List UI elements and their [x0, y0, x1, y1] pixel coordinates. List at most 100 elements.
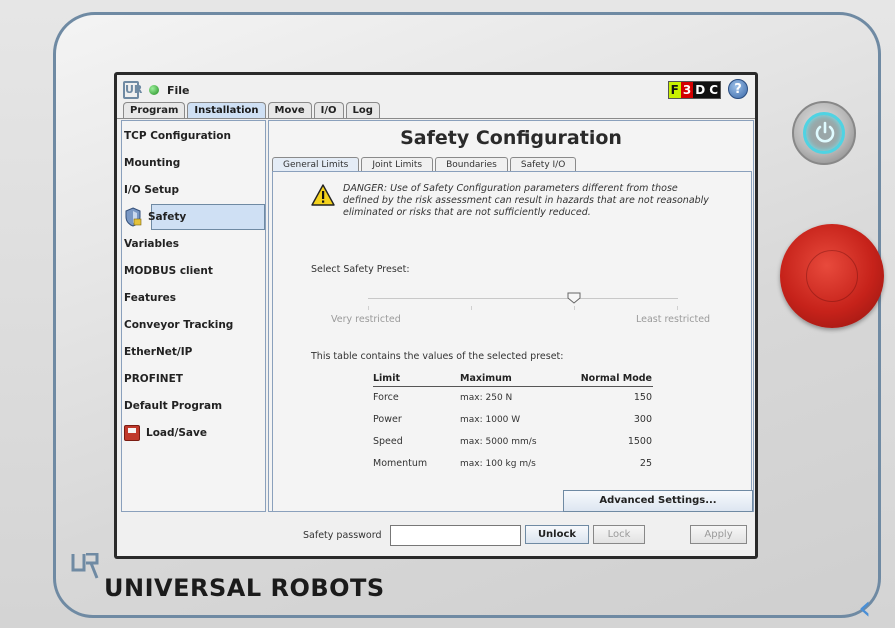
tab-program[interactable]: Program [123, 102, 186, 118]
sidebar-item-modbus-client[interactable]: MODBUS client [124, 258, 264, 284]
header-maximum: Maximum [460, 373, 512, 384]
cell-limit: Momentum [373, 458, 428, 469]
cell-maximum: max: 250 N [460, 393, 513, 403]
header-normal-mode: Normal Mode [580, 373, 652, 384]
bottom-bar: Safety password Unlock Lock Apply [117, 512, 755, 556]
sidebar-item-label: Features [124, 292, 176, 304]
unlock-button[interactable]: Unlock [525, 525, 589, 544]
safety-password-label: Safety password [303, 530, 382, 541]
apply-button[interactable]: Apply [690, 525, 747, 544]
main-tabs: Program Installation Move I/O Log [123, 102, 382, 118]
sidebar-item-tcp-configuration[interactable]: TCP Configuration [124, 123, 264, 149]
cell-maximum: max: 1000 W [460, 415, 521, 425]
ur-logo-icon [71, 553, 99, 579]
cell-normal-mode: 150 [633, 392, 652, 403]
sidebar-item-mounting[interactable]: Mounting [124, 150, 264, 176]
preset-slider-track[interactable] [368, 298, 678, 299]
cell-normal-mode: 300 [633, 414, 652, 425]
cell-maximum: max: 100 kg m/s [460, 459, 536, 469]
safety-shield-icon [125, 207, 142, 227]
table-row: Momentum max: 100 kg m/s 25 [373, 453, 653, 475]
preset-slider-thumb[interactable] [567, 292, 581, 304]
safety-password-input[interactable] [390, 525, 521, 546]
f3dc-f: F [668, 82, 681, 98]
table-header: Limit Maximum Normal Mode [373, 372, 653, 387]
header-limit: Limit [373, 373, 401, 384]
sidebar-item-features[interactable]: Features [124, 285, 264, 311]
tab-log[interactable]: Log [345, 102, 380, 118]
lock-button[interactable]: Lock [593, 525, 645, 544]
power-button[interactable] [792, 101, 856, 165]
f3dc-c: C [707, 82, 720, 98]
ur-logo-icon: UR [123, 81, 142, 99]
top-bar: UR File [117, 75, 755, 105]
sidebar-item-ethernet-ip[interactable]: EtherNet/IP [124, 339, 264, 365]
sidebar-item-label: MODBUS client [124, 265, 213, 277]
installation-sidebar: TCP Configuration Mounting I/O Setup Saf… [121, 120, 266, 512]
tab-general-limits[interactable]: General Limits [272, 157, 360, 172]
power-ring [803, 112, 845, 154]
f3dc-3: 3 [680, 82, 694, 98]
slider-low-label: Very restricted [331, 314, 401, 325]
cell-limit: Force [373, 392, 399, 403]
sidebar-item-label: TCP Configuration [124, 130, 231, 142]
limits-table: Limit Maximum Normal Mode Force max: 250… [373, 372, 653, 475]
preset-label: Select Safety Preset: [311, 264, 410, 275]
tab-joint-limits[interactable]: Joint Limits [361, 157, 434, 172]
sidebar-item-load-save[interactable]: Load/Save [124, 420, 264, 446]
cell-normal-mode: 25 [639, 458, 652, 469]
save-disk-icon [124, 425, 140, 441]
cell-maximum: max: 5000 mm/s [460, 437, 537, 447]
sidebar-item-label: Mounting [124, 157, 181, 169]
f3dc-d: D [693, 82, 708, 98]
danger-warning-text: DANGER: Use of Safety Configuration para… [343, 183, 709, 218]
page-title: Safety Configuration [400, 127, 622, 149]
table-note: This table contains the values of the se… [311, 351, 564, 362]
screen-content: UR File F 3 D C ? Program Installation M… [117, 75, 755, 556]
slider-tick [677, 306, 678, 310]
slider-high-label: Least restricted [636, 314, 711, 325]
sidebar-item-profinet[interactable]: PROFINET [124, 366, 264, 392]
sidebar-item-label: I/O Setup [124, 184, 180, 196]
tab-move[interactable]: Move [267, 102, 312, 118]
file-menu[interactable]: File [167, 84, 190, 97]
back-chevron-icon[interactable]: ‹ [858, 591, 872, 625]
emergency-stop-button[interactable] [780, 224, 884, 328]
status-led-icon [149, 85, 159, 95]
help-icon[interactable]: ? [728, 79, 748, 99]
cell-limit: Speed [373, 436, 403, 447]
tab-boundaries[interactable]: Boundaries [435, 157, 508, 172]
sidebar-item-io-setup[interactable]: I/O Setup [124, 177, 264, 203]
safety-sub-tabs: General Limits Joint Limits Boundaries S… [272, 157, 578, 172]
advanced-settings-button[interactable]: Advanced Settings... [563, 490, 753, 512]
safety-configuration-panel: Safety Configuration General Limits Join… [268, 120, 754, 512]
slider-tick [574, 306, 575, 310]
brand-wordmark: UNIVERSAL ROBOTS [104, 574, 385, 602]
sidebar-item-label: Default Program [124, 400, 223, 412]
table-row: Speed max: 5000 mm/s 1500 [373, 431, 653, 453]
sidebar-item-label: Conveyor Tracking [124, 319, 234, 331]
slider-tick [368, 306, 369, 310]
sidebar-item-label: Variables [124, 238, 179, 250]
f3dc-badge: F 3 D C [667, 81, 721, 99]
cell-limit: Power [373, 414, 402, 425]
sidebar-item-label: Safety [148, 211, 187, 223]
cell-normal-mode: 1500 [627, 436, 652, 447]
warning-icon [311, 184, 335, 206]
sidebar-item-safety[interactable]: Safety [124, 204, 265, 230]
tab-installation[interactable]: Installation [187, 102, 266, 118]
sidebar-item-default-program[interactable]: Default Program [124, 393, 264, 419]
pendant-screen: UR File F 3 D C ? Program Installation M… [114, 72, 758, 559]
slider-tick [471, 306, 472, 310]
sidebar-item-variables[interactable]: Variables [124, 231, 264, 257]
power-icon [815, 121, 835, 143]
sidebar-item-label: EtherNet/IP [124, 346, 193, 358]
sidebar-item-label: Load/Save [146, 427, 207, 439]
tab-io[interactable]: I/O [313, 102, 344, 118]
tab-safety-io[interactable]: Safety I/O [509, 157, 577, 172]
general-limits-panel: DANGER: Use of Safety Configuration para… [272, 171, 753, 512]
sidebar-item-label: PROFINET [124, 373, 183, 385]
table-row: Power max: 1000 W 300 [373, 409, 653, 431]
table-row: Force max: 250 N 150 [373, 387, 653, 409]
sidebar-item-conveyor-tracking[interactable]: Conveyor Tracking [124, 312, 264, 338]
